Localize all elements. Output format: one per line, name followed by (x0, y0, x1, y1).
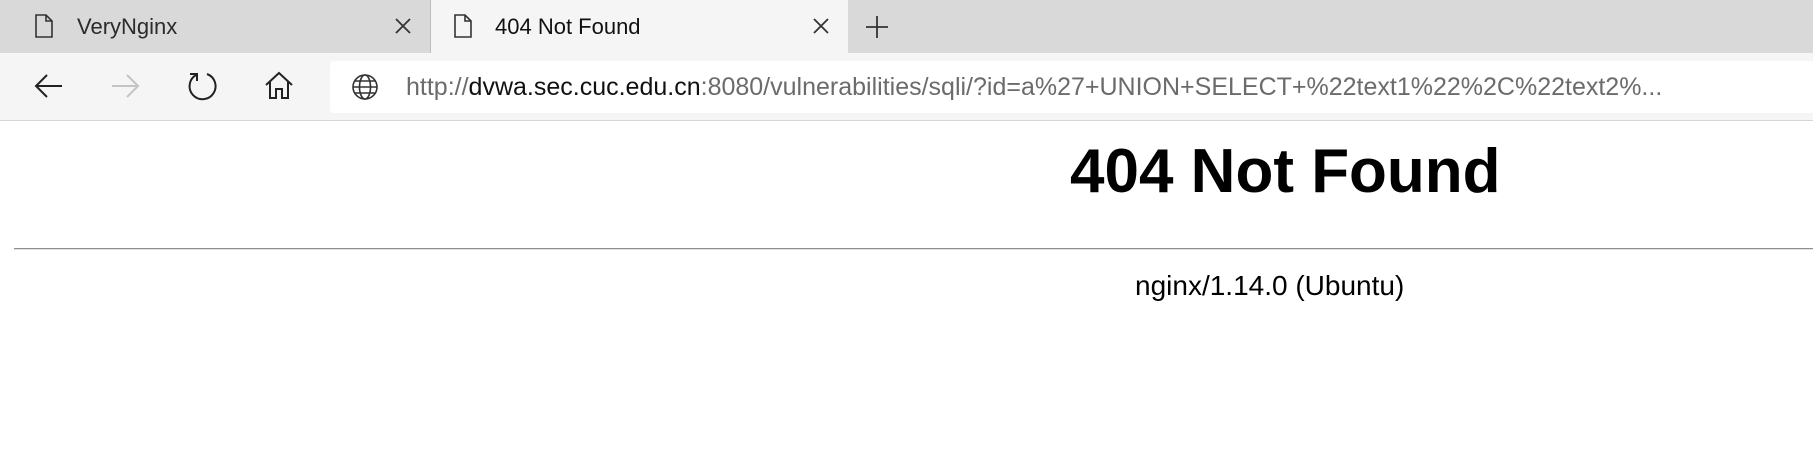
page-content: 404 Not Found nginx/1.14.0 (Ubuntu) (0, 121, 1813, 449)
url-path: :8080/vulnerabilities/sqli/?id=a%27+UNIO… (700, 73, 1663, 101)
page-heading: 404 Not Found (1070, 137, 1501, 206)
server-signature: nginx/1.14.0 (Ubuntu) (1135, 270, 1405, 301)
navigation-bar: http://dvwa.sec.cuc.edu.cn:8080/vulnerab… (0, 53, 1813, 121)
address-bar[interactable]: http://dvwa.sec.cuc.edu.cn:8080/vulnerab… (330, 61, 1813, 113)
home-icon[interactable] (262, 69, 296, 103)
forward-arrow-icon[interactable] (108, 69, 142, 103)
url-text[interactable]: http://dvwa.sec.cuc.edu.cn:8080/vulnerab… (406, 61, 1662, 113)
tab-strip: VeryNginx 404 Not Found (0, 0, 1813, 53)
refresh-icon[interactable] (185, 69, 219, 103)
back-arrow-icon[interactable] (32, 69, 66, 103)
url-scheme: http:// (406, 73, 469, 101)
page-icon (454, 14, 472, 38)
tab-title: VeryNginx (77, 14, 178, 39)
tab-verynginx[interactable]: VeryNginx (0, 0, 430, 53)
horizontal-rule (14, 248, 1813, 250)
close-tab-icon[interactable] (808, 13, 834, 39)
new-tab-plus-icon[interactable] (862, 12, 892, 42)
close-tab-icon[interactable] (390, 13, 416, 39)
tab-404-not-found[interactable]: 404 Not Found (431, 0, 848, 53)
globe-icon (352, 74, 378, 100)
url-domain: dvwa.sec.cuc.edu.cn (468, 73, 701, 101)
browser-window: VeryNginx 404 Not Found http://dvwa.sec.… (0, 0, 1813, 449)
tab-title: 404 Not Found (495, 14, 641, 39)
page-icon (35, 14, 53, 38)
